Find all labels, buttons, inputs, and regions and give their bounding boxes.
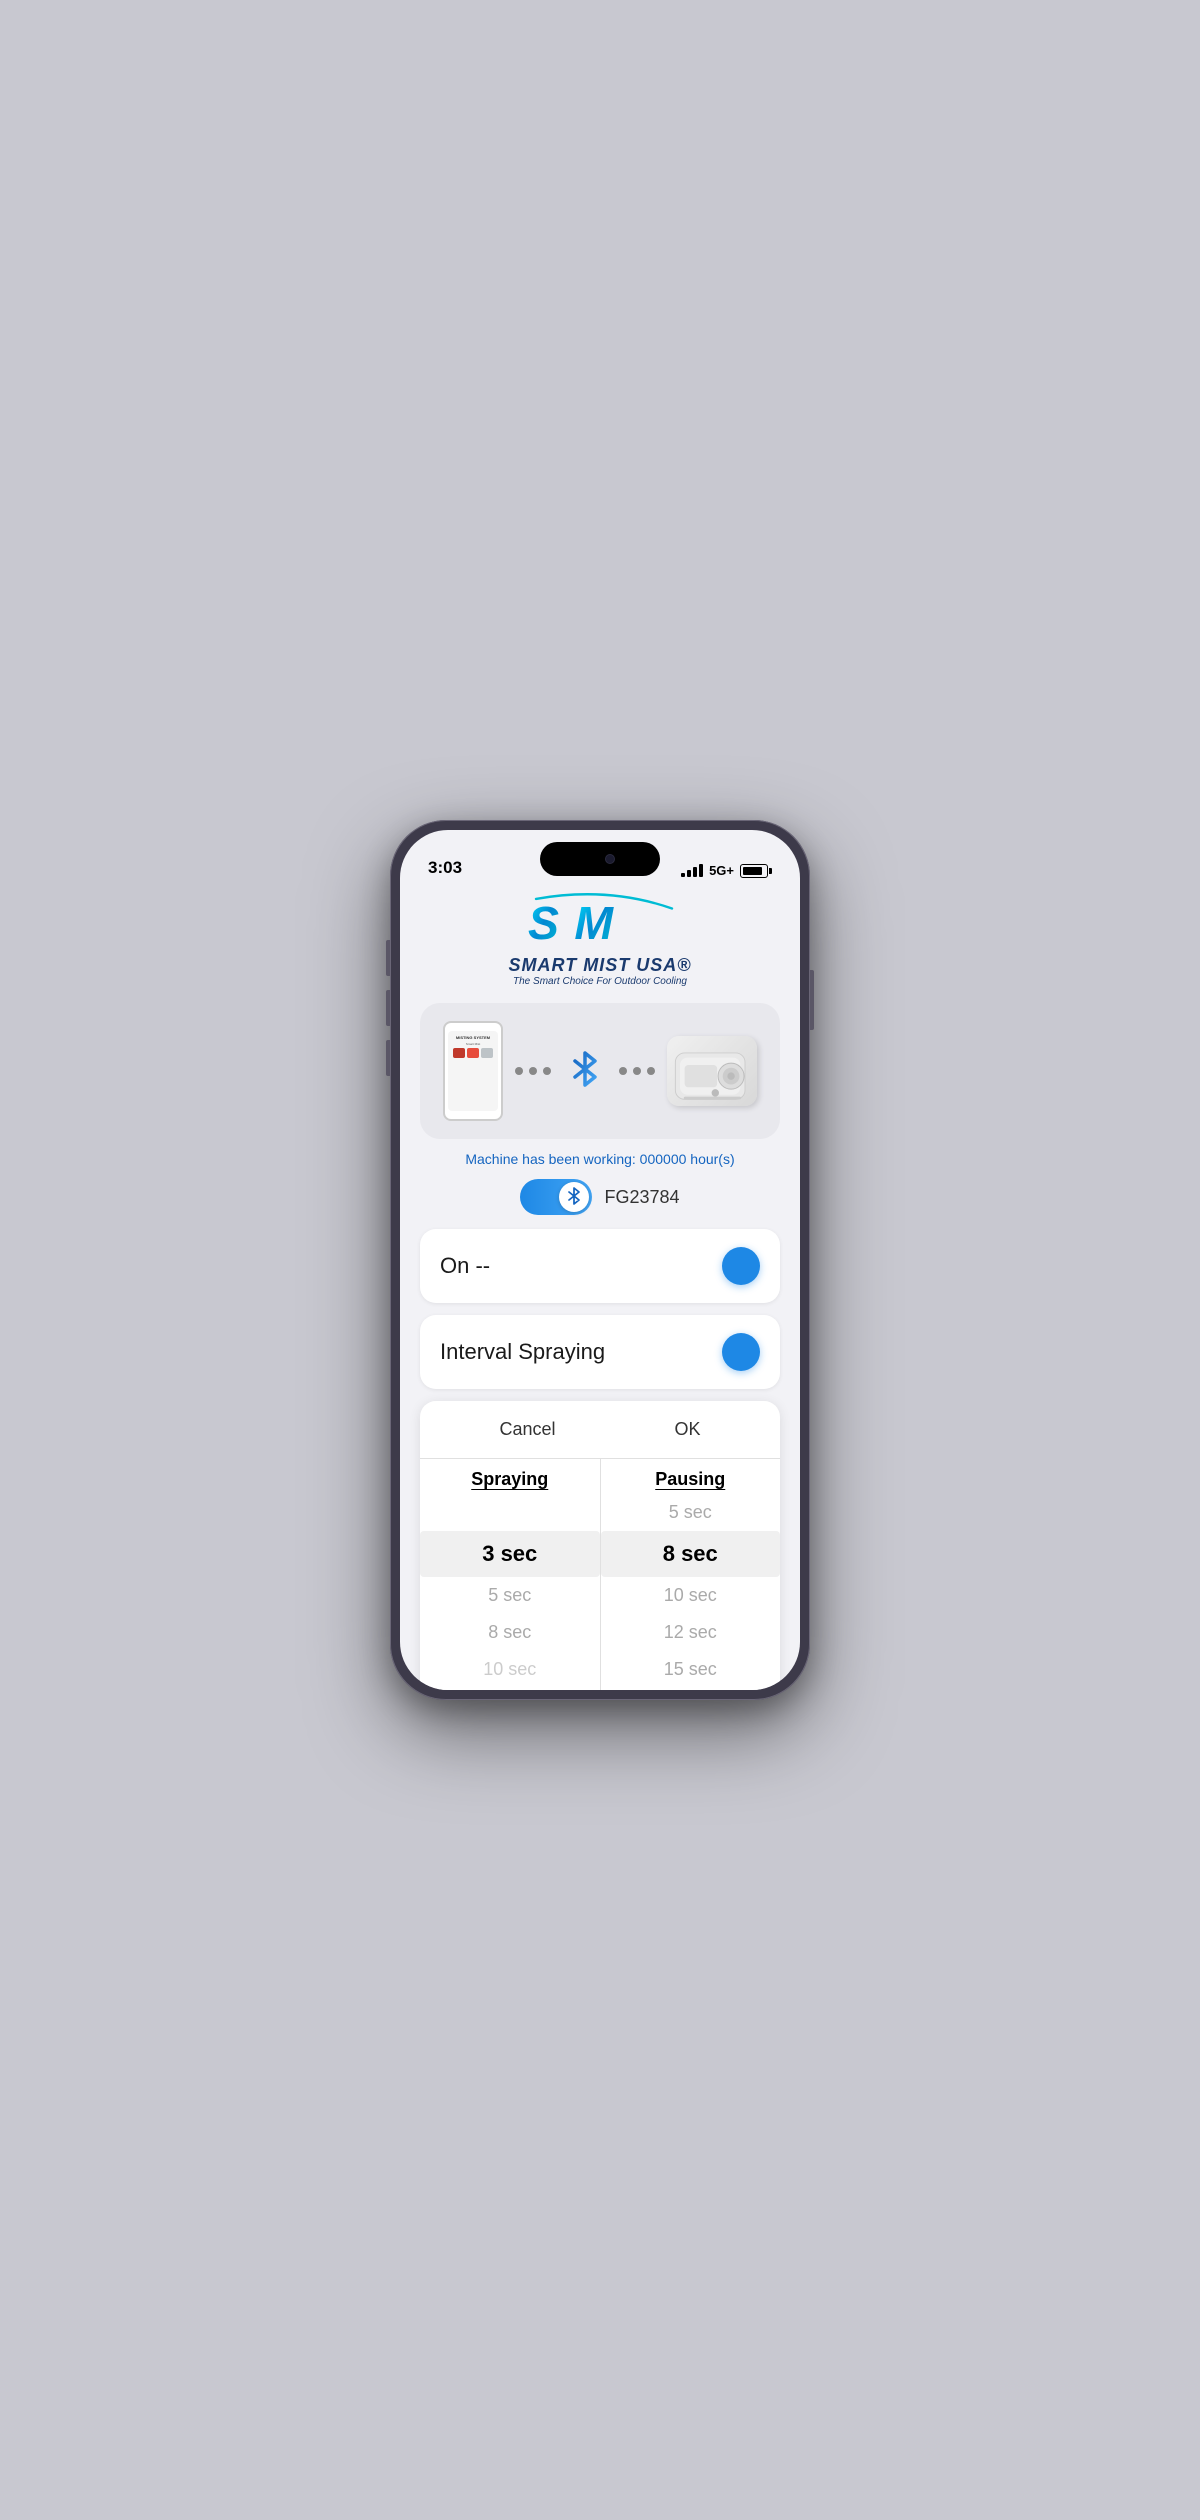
signal-bar-4 <box>699 864 703 877</box>
picker-overlay: Cancel OK Spraying · 3 sec 5 sec 8 sec 1… <box>420 1401 780 1690</box>
connection-dots-left <box>515 1067 551 1075</box>
dynamic-island <box>540 842 660 876</box>
main-content: S M SMART MIST USA® The Smart Choice For… <box>400 884 800 1690</box>
bt-toggle-row: FG23784 <box>420 1179 780 1215</box>
spraying-item-3sec[interactable]: 3 sec <box>420 1531 600 1577</box>
pausing-col-header: Pausing <box>655 1459 725 1494</box>
toggle-knob <box>559 1182 589 1212</box>
spraying-item-10sec[interactable]: 10 sec <box>420 1651 600 1688</box>
signal-bar-3 <box>693 867 697 877</box>
cancel-button[interactable]: Cancel <box>479 1415 575 1444</box>
phone-screen: 3:03 5G+ <box>400 830 800 1690</box>
on-toggle-dot[interactable] <box>722 1247 760 1285</box>
connection-box: MISTING SYSTEM Smart Mist <box>420 1003 780 1139</box>
svg-text:S: S <box>528 897 559 949</box>
pausing-item-5sec[interactable]: 5 sec <box>601 1494 781 1531</box>
ok-button[interactable]: OK <box>654 1415 720 1444</box>
signal-bar-2 <box>687 870 691 877</box>
spraying-col-header: Spraying <box>471 1459 548 1494</box>
network-label: 5G+ <box>709 863 734 878</box>
brand-name: SMART MIST USA® <box>509 955 692 976</box>
on-control-card[interactable]: On -- <box>420 1229 780 1303</box>
pausing-item-20sec[interactable]: 20 sec <box>601 1688 781 1690</box>
on-label: On -- <box>440 1253 490 1279</box>
interval-spraying-card[interactable]: Interval Spraying <box>420 1315 780 1389</box>
status-icons: 5G+ <box>681 863 772 878</box>
pausing-column: Pausing 5 sec 8 sec 10 sec 12 sec 15 sec… <box>601 1459 781 1690</box>
logo-area: S M SMART MIST USA® The Smart Choice For… <box>420 884 780 987</box>
bluetooth-icon <box>563 1049 607 1093</box>
signal-bars <box>681 864 703 877</box>
pausing-item-15sec[interactable]: 15 sec <box>601 1651 781 1688</box>
spraying-item-5sec[interactable]: 5 sec <box>420 1577 600 1614</box>
picker-header: Cancel OK <box>420 1401 780 1459</box>
front-camera <box>605 854 615 864</box>
misting-machine-image <box>667 1036 757 1106</box>
battery-icon <box>740 864 772 878</box>
spraying-column: Spraying · 3 sec 5 sec 8 sec 10 sec 12 s… <box>420 1459 600 1690</box>
pausing-item-8sec[interactable]: 8 sec <box>601 1531 781 1577</box>
picker-columns: Spraying · 3 sec 5 sec 8 sec 10 sec 12 s… <box>420 1459 780 1690</box>
logo-svg: S M <box>520 888 680 953</box>
phone-frame: 3:03 5G+ <box>390 820 810 1700</box>
working-hours: Machine has been working: 000000 hour(s) <box>420 1151 780 1167</box>
pausing-item-10sec[interactable]: 10 sec <box>601 1577 781 1614</box>
interval-toggle-dot[interactable] <box>722 1333 760 1371</box>
status-time: 3:03 <box>428 858 462 878</box>
bluetooth-toggle[interactable] <box>520 1179 592 1215</box>
svg-text:M: M <box>574 897 614 949</box>
brand-tagline: The Smart Choice For Outdoor Cooling <box>513 976 687 987</box>
spraying-spacer: · <box>420 1494 600 1531</box>
device-id: FG23784 <box>604 1187 679 1208</box>
spraying-item-12sec[interactable]: 12 sec <box>420 1688 600 1690</box>
connection-dots-right <box>619 1067 655 1075</box>
interval-label: Interval Spraying <box>440 1339 605 1365</box>
phone-mockup-image: MISTING SYSTEM Smart Mist <box>443 1021 503 1121</box>
pausing-item-12sec[interactable]: 12 sec <box>601 1614 781 1651</box>
spraying-item-8sec[interactable]: 8 sec <box>420 1614 600 1651</box>
signal-bar-1 <box>681 873 685 877</box>
